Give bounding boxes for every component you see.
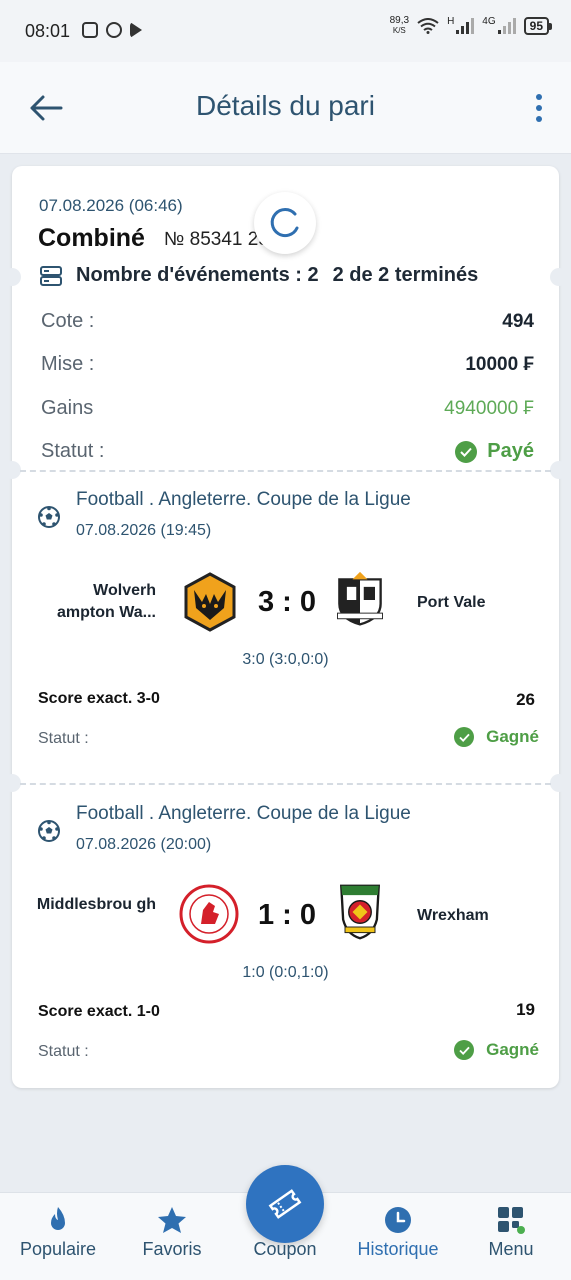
event-status-badge: Gagné xyxy=(454,1040,539,1060)
bet-selection: Score exact. 1-0 xyxy=(38,1003,160,1020)
more-options-button[interactable] xyxy=(527,88,551,128)
ticket-icon xyxy=(268,1189,302,1219)
winnings-label: Gains xyxy=(41,397,94,419)
android-icon xyxy=(106,22,122,38)
nav-label: Favoris xyxy=(142,1239,202,1259)
selection-odds: 26 xyxy=(516,690,535,709)
clock-icon xyxy=(385,1207,411,1233)
notification-icons xyxy=(82,22,142,38)
bet-selection: Score exact. 3-0 xyxy=(38,690,160,707)
stake-label: Mise : xyxy=(41,353,95,375)
coupon-button[interactable] xyxy=(246,1165,324,1243)
football-icon xyxy=(38,820,60,842)
away-team-name: Wrexham xyxy=(417,907,489,924)
winnings-value: 4940000 ₣ xyxy=(444,398,534,419)
bet-date: 07.08.2026 (06:46) xyxy=(39,196,183,215)
nav-label: Populaire xyxy=(19,1239,97,1259)
more-vertical-icon xyxy=(536,94,542,100)
odds-label: Cote : xyxy=(41,310,95,332)
play-store-icon xyxy=(130,22,142,38)
status-bar: 08:01 89,3 K/S H 4G 95 xyxy=(0,0,571,62)
speed-unit: K/S xyxy=(392,26,406,35)
speed-value: 89,3 xyxy=(389,15,410,26)
loading-spinner xyxy=(254,192,316,254)
match-score: 1 : 0 xyxy=(257,899,317,931)
events-summary: Nombre d'événements : 2 2 de 2 terminés xyxy=(40,264,478,287)
home-team-name: Middlesbrou gh xyxy=(36,896,156,913)
wolves-logo-icon xyxy=(184,572,236,632)
system-indicators: 89,3 K/S H 4G 95 xyxy=(390,16,553,36)
selection-odds: 19 xyxy=(516,1000,535,1019)
home-team-name: Wolverh ampton Wa... xyxy=(57,582,156,621)
match-score: 3 : 0 xyxy=(257,586,317,618)
bet-number: № 85341 25 xyxy=(164,229,269,250)
status-badge: Payé xyxy=(455,440,534,463)
star-icon xyxy=(158,1207,186,1233)
middlesbrough-logo-icon xyxy=(179,884,239,944)
instagram-icon xyxy=(82,22,98,38)
half-time-scores: 1:0 (0:0,1:0) xyxy=(242,964,329,981)
events-icon xyxy=(40,265,62,286)
wifi-icon xyxy=(417,18,439,34)
bottom-navigation: Populaire Favoris Coupon Historique Menu xyxy=(0,1165,571,1280)
event-status: Gagné xyxy=(486,727,539,746)
nav-label: Historique xyxy=(357,1239,439,1259)
odds-value: 494 xyxy=(502,311,534,332)
signal-4g-icon xyxy=(497,18,516,34)
events-done: 2 de 2 terminés xyxy=(332,264,479,286)
event-status: Gagné xyxy=(486,1040,539,1059)
grid-menu-icon xyxy=(498,1207,525,1234)
battery-icon: 95 xyxy=(523,17,553,35)
nav-menu[interactable]: Menu xyxy=(461,1193,561,1280)
nav-favorites[interactable]: Favoris xyxy=(122,1193,222,1280)
event-league: Football . Angleterre. Coupe de la Ligue xyxy=(76,489,411,510)
event-status-label: Statut : xyxy=(38,730,89,747)
nav-label: Coupon xyxy=(253,1239,317,1259)
stake-value: 10000 ₣ xyxy=(465,354,534,375)
event-status-label: Statut : xyxy=(38,1043,89,1060)
wrexham-logo-icon xyxy=(340,884,380,940)
events-count: Nombre d'événements : 2 xyxy=(76,264,319,286)
battery-level: 95 xyxy=(529,19,543,33)
check-circle-icon xyxy=(454,1040,475,1060)
check-circle-icon xyxy=(455,440,478,463)
network-4g: 4G xyxy=(482,16,496,27)
nav-label: Menu xyxy=(488,1239,534,1259)
status-label: Statut : xyxy=(41,440,105,462)
event-status-badge: Gagné xyxy=(454,727,539,747)
port-vale-logo-icon xyxy=(337,571,383,626)
event-date: 07.08.2026 (20:00) xyxy=(76,836,212,853)
away-team-name: Port Vale xyxy=(417,594,486,611)
half-time-scores: 3:0 (3:0,0:0) xyxy=(242,651,329,668)
status-time: 08:01 xyxy=(25,21,71,41)
event-date: 07.08.2026 (19:45) xyxy=(76,522,212,539)
flame-icon xyxy=(51,1207,65,1230)
football-icon xyxy=(38,506,60,528)
nav-history[interactable]: Historique xyxy=(348,1193,448,1280)
refresh-spinner-icon xyxy=(270,208,299,238)
signal-icon xyxy=(456,18,475,34)
page-title: Détails du pari xyxy=(196,90,375,121)
network-h: H xyxy=(447,16,455,27)
bet-details-card: 07.08.2026 (06:46) Combiné № 85341 25 No… xyxy=(3,166,568,1088)
nav-popular[interactable]: Populaire xyxy=(8,1193,108,1280)
check-circle-icon xyxy=(454,727,475,747)
event-league: Football . Angleterre. Coupe de la Ligue xyxy=(76,803,411,824)
bet-type: Combiné xyxy=(38,224,145,252)
nav-coupon[interactable]: Coupon xyxy=(235,1165,335,1280)
status-value: Payé xyxy=(487,440,534,462)
network-speed: 89,3 K/S xyxy=(390,16,409,36)
app-header: Détails du pari xyxy=(0,62,571,154)
